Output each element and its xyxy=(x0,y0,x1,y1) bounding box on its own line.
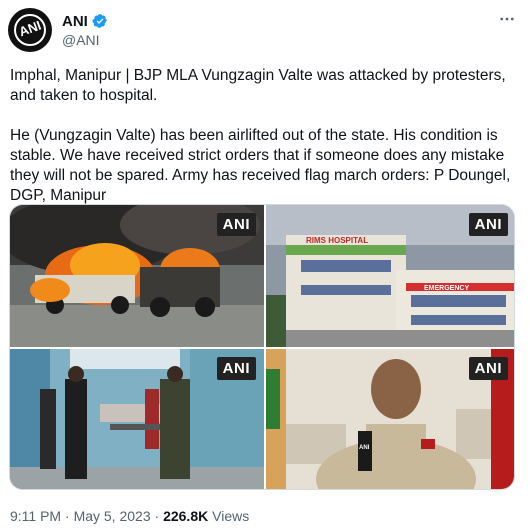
meta-separator: · xyxy=(150,508,164,524)
more-horizontal-icon[interactable] xyxy=(496,8,518,30)
display-name[interactable]: ANI xyxy=(62,13,88,30)
views-count: 226.8K xyxy=(163,508,209,524)
avatar[interactable]: ANI xyxy=(8,8,52,52)
dgp-press-photo[interactable]: ANI ANI xyxy=(266,349,514,489)
tweet-date[interactable]: May 5, 2023 xyxy=(74,508,151,524)
ani-watermark: ANI xyxy=(216,357,256,380)
tweet-meta: 9:11 PM · May 5, 2023 · 226.8K Views xyxy=(10,508,249,524)
author-info[interactable]: ANI @ANI xyxy=(62,12,108,48)
burning-vehicles-photo[interactable]: ANI xyxy=(10,205,264,347)
views-label: Views xyxy=(208,508,250,524)
rims-hospital-photo[interactable]: RIMS HOSPITAL EMERGENCY ANI xyxy=(266,205,514,347)
ani-watermark: ANI xyxy=(468,213,508,236)
tweet-text: Imphal, Manipur | BJP MLA Vungzagin Valt… xyxy=(10,67,511,204)
account-handle[interactable]: @ANI xyxy=(62,32,108,48)
meta-separator: · xyxy=(61,508,74,524)
mic-ani-text: ANI xyxy=(359,445,370,451)
rims-hospital-sign: RIMS HOSPITAL xyxy=(306,236,368,245)
tweet-time[interactable]: 9:11 PM xyxy=(10,508,61,524)
media-grid: ANI RIMS HOSPITAL EMERGENCY ANI ANI ANI … xyxy=(9,204,515,490)
emergency-sign: EMERGENCY xyxy=(424,285,469,292)
tweet-header: ANI ANI @ANI xyxy=(8,8,522,52)
verified-badge-icon xyxy=(92,13,108,29)
ani-watermark: ANI xyxy=(468,357,508,380)
hospital-corridor-photo[interactable]: ANI xyxy=(10,349,264,489)
ani-watermark: ANI xyxy=(216,213,256,236)
